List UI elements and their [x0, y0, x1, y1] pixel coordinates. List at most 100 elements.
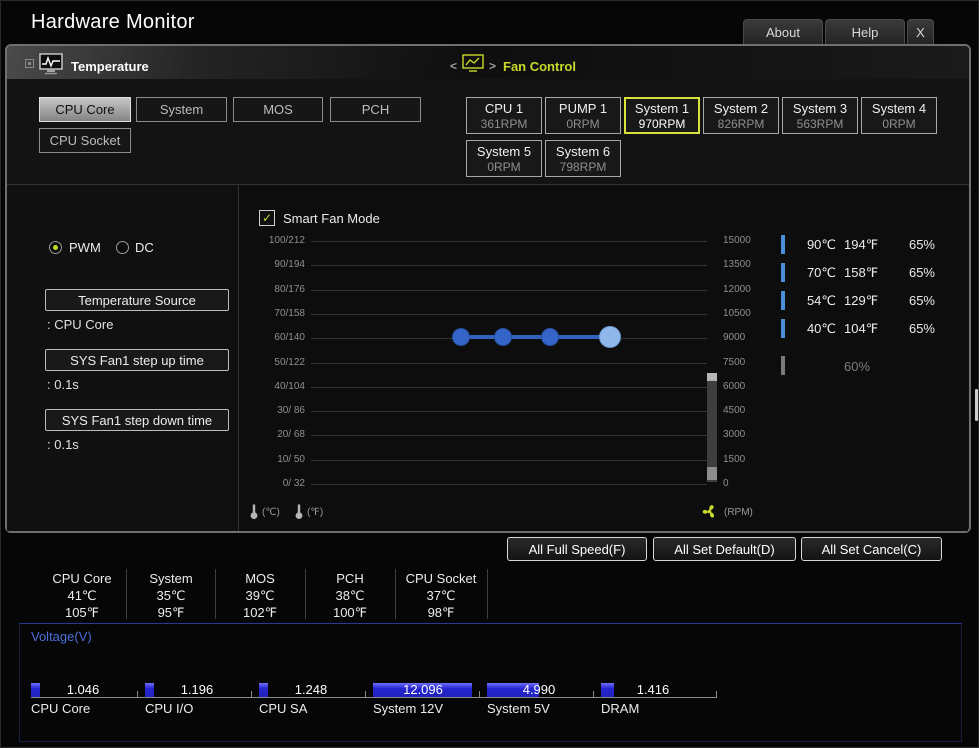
rpm-axis-tick: 10500 [723, 308, 751, 319]
tab-system[interactable]: System [136, 97, 227, 122]
waveform-monitor-icon [39, 53, 63, 80]
fan-button-system-2[interactable]: System 2 826RPM [703, 97, 779, 134]
fan-curve-point-3[interactable] [541, 328, 559, 346]
min-speed-slider-track[interactable] [707, 373, 717, 482]
smart-fan-checkbox[interactable]: ✓ [259, 210, 275, 226]
rpm-axis-tick: 0 [723, 478, 729, 489]
step-down-time-button[interactable]: SYS Fan1 step down time [45, 409, 229, 431]
fan-button-pump-1[interactable]: PUMP 1 0RPM [545, 97, 621, 134]
fan-button-system-6[interactable]: System 6 798RPM [545, 140, 621, 177]
fan-control-icon [462, 54, 484, 78]
rpm-axis-tick: 9000 [723, 332, 746, 343]
readout-cpu-socket: CPU Socket 37℃ 98℉ [395, 570, 487, 621]
fan-curve-point-2[interactable] [494, 328, 512, 346]
temperature-source-value: : CPU Core [47, 317, 114, 332]
all-set-cancel-button[interactable]: All Set Cancel(C) [801, 537, 942, 561]
readout-fahrenheit: 100℉ [332, 605, 368, 620]
pwm-radio[interactable] [49, 241, 62, 254]
readout-fahrenheit: 102℉ [242, 605, 278, 620]
point-temp-c: 40℃ [806, 321, 836, 336]
readout-system: System 35℃ 95℉ [125, 570, 217, 621]
point-duty: 65% [908, 293, 935, 308]
checkmark-icon: ✓ [261, 211, 273, 225]
celsius-thermometer-icon [249, 503, 259, 525]
dc-radio[interactable] [116, 241, 129, 254]
fan-nav-right-arrow[interactable]: > [489, 59, 496, 73]
voltage-value: 12.096 [403, 682, 443, 697]
temp-axis-tick: 40/104 [274, 381, 305, 392]
fan-rpm-icon [701, 503, 718, 525]
fan-curve-point-4-selected[interactable] [599, 326, 621, 348]
readout-separator [126, 569, 127, 619]
rpm-axis-tick: 15000 [723, 235, 751, 246]
rpm-axis-tick: 12000 [723, 284, 751, 295]
tab-cpu-socket[interactable]: CPU Socket [39, 128, 131, 153]
celsius-unit-label: (℃) [262, 507, 280, 518]
fan-rpm: 970RPM [638, 116, 686, 131]
voltage-name: DRAM [601, 701, 640, 716]
window-scrollbar-thumb[interactable] [975, 389, 978, 421]
fan-button-system-1[interactable]: System 1 970RPM [624, 97, 700, 134]
tab-mos[interactable]: MOS [233, 97, 323, 122]
voltage-baseline [31, 697, 717, 698]
about-button[interactable]: About [743, 19, 823, 44]
fan-rpm: 0RPM [487, 159, 521, 174]
fan-button-system-4[interactable]: System 4 0RPM [861, 97, 937, 134]
voltage-name: CPU SA [259, 701, 308, 716]
close-button[interactable]: X [907, 19, 934, 44]
voltage-name: CPU Core [31, 701, 91, 716]
temperature-source-button[interactable]: Temperature Source [45, 289, 229, 311]
temp-axis-tick: 0/ 32 [282, 478, 305, 489]
voltage-value: 1.196 [180, 682, 214, 697]
voltage-scale-tick [365, 691, 366, 698]
readout-separator [305, 569, 306, 619]
fan-nav-left-arrow[interactable]: < [450, 59, 457, 73]
voltage-scale-tick [593, 691, 594, 698]
all-set-default-button[interactable]: All Set Default(D) [653, 537, 796, 561]
step-up-time-value: : 0.1s [47, 377, 79, 392]
fan-name: System 6 [555, 143, 611, 159]
fan-curve-point-1[interactable] [452, 328, 470, 346]
voltage-bar-cpu-io [145, 683, 154, 697]
readout-pch: PCH 38℃ 100℉ [304, 570, 396, 621]
voltage-name: System 12V [373, 701, 444, 716]
tab-cpu-core[interactable]: CPU Core [39, 97, 131, 122]
readout-celsius: 38℃ [335, 588, 365, 603]
rpm-axis-tick: 4500 [723, 405, 746, 416]
min-speed-slider-marker [707, 373, 717, 381]
temp-axis-tick: 60/140 [274, 332, 305, 343]
min-speed-slider-thumb[interactable] [707, 467, 717, 480]
tab-pch[interactable]: PCH [330, 97, 421, 122]
readout-celsius: 41℃ [67, 588, 97, 603]
temp-axis-tick: 30/ 86 [277, 405, 305, 416]
panel-header [7, 46, 969, 79]
voltage-value: 4.990 [522, 682, 556, 697]
fan-curve-line [461, 335, 611, 339]
gridline [311, 363, 707, 364]
readout-celsius: 35℃ [156, 588, 186, 603]
all-full-speed-button[interactable]: All Full Speed(F) [507, 537, 647, 561]
fan-button-system-3[interactable]: System 3 563RPM [782, 97, 858, 134]
voltage-scale-tick [479, 691, 480, 698]
step-up-time-button[interactable]: SYS Fan1 step up time [45, 349, 229, 371]
gridline [311, 314, 707, 315]
point-temp-c: 54℃ [806, 293, 836, 308]
rpm-axis-tick: 1500 [723, 454, 746, 465]
fan-button-system-5[interactable]: System 5 0RPM [466, 140, 542, 177]
collapse-icon[interactable] [25, 59, 34, 68]
gridline [311, 484, 707, 485]
readout-fahrenheit: 95℉ [157, 605, 185, 620]
point-row-bar [781, 319, 785, 338]
voltage-scale-tick [137, 691, 138, 698]
fan-button-cpu-1[interactable]: CPU 1 361RPM [466, 97, 542, 134]
voltage-name: CPU I/O [145, 701, 194, 716]
gridline [311, 290, 707, 291]
point-duty: 65% [908, 321, 935, 336]
help-button[interactable]: Help [825, 19, 905, 44]
point-temp-c: 70℃ [806, 265, 836, 280]
rpm-axis-tick: 6000 [723, 381, 746, 392]
hardware-monitor-window: Hardware Monitor About Help X Temperatur… [0, 0, 979, 748]
readout-cpu-core: CPU Core 41℃ 105℉ [36, 570, 128, 621]
fan-name: System 1 [634, 100, 690, 116]
gridline [311, 241, 707, 242]
